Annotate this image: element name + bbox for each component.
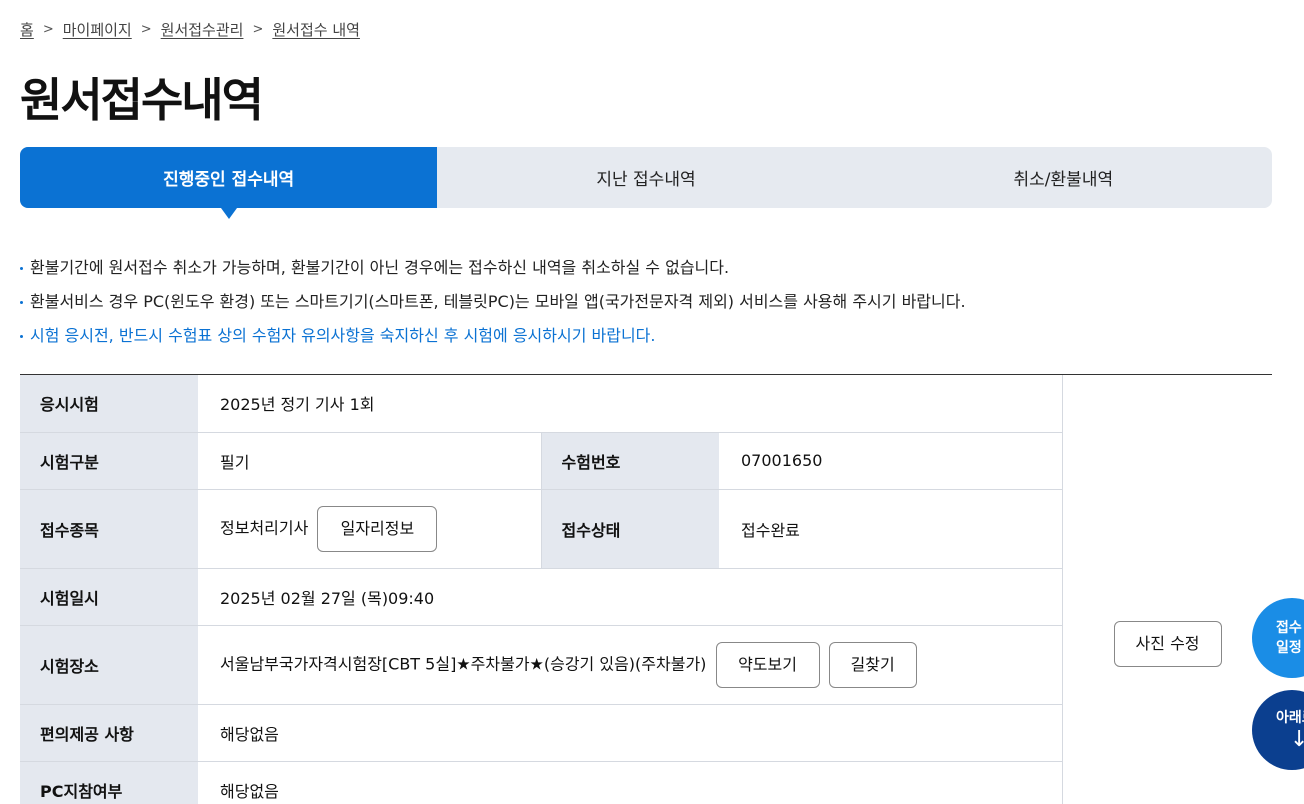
tab-in-progress[interactable]: 진행중인 접수내역 <box>20 147 438 219</box>
pc-bring-value: 해당없음 <box>198 761 1063 804</box>
category-cell: 정보처리기사 일자리정보 <box>198 489 542 569</box>
application-detail: 응시시험 2025년 정기 기사 1회 시험구분 필기 수험번호 0700165… <box>20 374 1272 804</box>
convenience-value: 해당없음 <box>198 704 1063 762</box>
notice-list: 환불기간에 원서접수 취소가 가능하며, 환불기간이 아닌 경우에는 접수하신 … <box>20 257 966 359</box>
exam-type-value: 필기 <box>198 432 542 490</box>
status-label: 접수상태 <box>541 489 719 569</box>
notice-item: 환불서비스 경우 PC(윈도우 환경) 또는 스마트기기(스마트폰, 테블릿PC… <box>20 291 966 325</box>
scroll-down-label: 아래로 <box>1276 710 1304 726</box>
table-row: 편의제공 사항 해당없음 <box>20 704 1063 762</box>
schedule-label-line2: 일정 <box>1276 640 1302 656</box>
table-row: 시험구분 필기 수험번호 07001650 <box>20 432 1063 490</box>
tab-past[interactable]: 지난 접수내역 <box>437 147 854 208</box>
chevron-right-icon: > <box>42 22 54 37</box>
status-value: 접수완료 <box>719 489 1063 569</box>
breadcrumb-home-link[interactable]: 홈 <box>20 19 34 40</box>
exam-datetime-label: 시험일시 <box>20 568 198 626</box>
category-label: 접수종목 <box>20 489 198 569</box>
pc-bring-label: PC지참여부 <box>20 761 198 804</box>
directions-button[interactable]: 길찾기 <box>828 641 917 688</box>
table-row: 시험일시 2025년 02월 27일 (목)09:40 <box>20 568 1063 626</box>
exam-number-label: 수험번호 <box>541 432 719 490</box>
convenience-label: 편의제공 사항 <box>20 704 198 762</box>
tab-bar: 진행중인 접수내역 지난 접수내역 취소/환불내역 <box>20 147 1272 219</box>
exam-datetime-value: 2025년 02월 27일 (목)09:40 <box>198 568 1063 626</box>
category-value: 정보처리기사 <box>220 518 309 537</box>
breadcrumb-application-history-link[interactable]: 원서접수 내역 <box>272 19 360 40</box>
exam-place-label: 시험장소 <box>20 625 198 705</box>
breadcrumb-application-management-link[interactable]: 원서접수관리 <box>161 19 244 40</box>
chevron-right-icon: > <box>140 22 152 37</box>
breadcrumb-mypage-link[interactable]: 마이페이지 <box>63 19 132 40</box>
map-view-button[interactable]: 약도보기 <box>715 641 820 688</box>
notice-item-highlight: 시험 응시전, 반드시 수험표 상의 수험자 유의사항을 숙지하신 후 시험에 … <box>20 325 966 359</box>
chevron-right-icon: > <box>252 22 264 37</box>
exam-value: 2025년 정기 기사 1회 <box>198 375 1063 433</box>
breadcrumb: 홈 > 마이페이지 > 원서접수관리 > 원서접수 내역 <box>20 19 360 40</box>
tab-cancel-refund[interactable]: 취소/환불내역 <box>855 147 1272 208</box>
table-row: 접수종목 정보처리기사 일자리정보 접수상태 접수완료 <box>20 489 1063 569</box>
application-info-table: 응시시험 2025년 정기 기사 1회 시험구분 필기 수험번호 0700165… <box>20 375 1063 804</box>
schedule-label-line1: 접수 <box>1276 620 1302 636</box>
exam-place-value: 서울남부국가자격시험장[CBT 5실]★주차불가★(승강기 있음)(주차불가) <box>220 654 707 673</box>
table-row: 시험장소 서울남부국가자격시험장[CBT 5실]★주차불가★(승강기 있음)(주… <box>20 625 1063 705</box>
job-info-button[interactable]: 일자리정보 <box>317 505 438 552</box>
table-row: 응시시험 2025년 정기 기사 1회 <box>20 375 1063 433</box>
arrow-down-icon: ↓ <box>1290 727 1304 752</box>
page-title: 원서접수내역 <box>20 73 264 127</box>
exam-number-value: 07001650 <box>719 432 1063 490</box>
exam-type-label: 시험구분 <box>20 432 198 490</box>
table-row: PC지참여부 해당없음 <box>20 761 1063 804</box>
notice-item: 환불기간에 원서접수 취소가 가능하며, 환불기간이 아닌 경우에는 접수하신 … <box>20 257 966 291</box>
photo-area: 사진 수정 <box>1063 375 1272 804</box>
photo-edit-button[interactable]: 사진 수정 <box>1113 621 1222 667</box>
exam-label: 응시시험 <box>20 375 198 433</box>
exam-place-cell: 서울남부국가자격시험장[CBT 5실]★주차불가★(승강기 있음)(주차불가) … <box>198 625 1063 705</box>
